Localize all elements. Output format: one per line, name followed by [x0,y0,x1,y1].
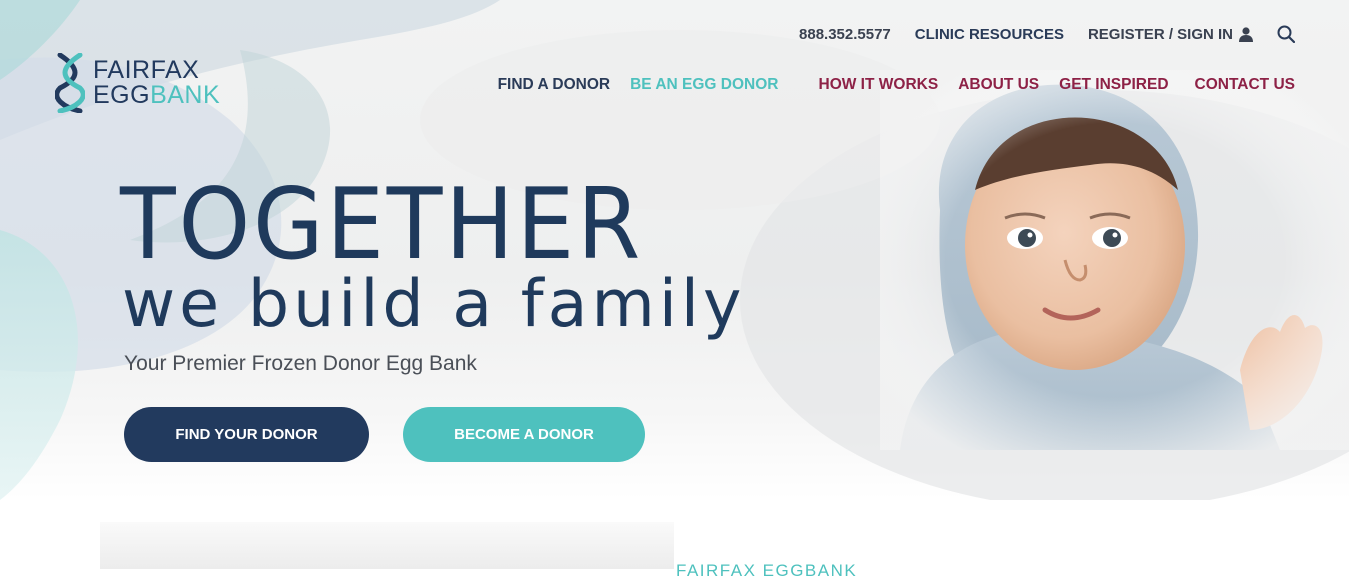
baby-photo [880,70,1349,450]
section-label: FAIRFAX EGGBANK [676,561,858,580]
nav-find-a-donor[interactable]: FIND A DONOR [498,76,611,94]
register-sign-in-link[interactable]: REGISTER / SIGN IN [1088,26,1253,43]
nav-about-us[interactable]: ABOUT US [958,76,1039,94]
nav-be-an-egg-donor[interactable]: BE AN EGG DONOR [630,76,778,94]
search-icon[interactable] [1277,25,1295,43]
utility-nav: 888.352.5577 CLINIC RESOURCES REGISTER /… [799,25,1295,43]
nav-how-it-works[interactable]: HOW IT WORKS [819,76,939,94]
hero-headline-family: we build a family [122,267,746,342]
logo-wordmark: FAIRFAX EGG BANK [93,58,220,108]
find-your-donor-button[interactable]: FIND YOUR DONOR [124,407,369,462]
logo-line-eggbank: EGG BANK [93,83,220,108]
clinic-resources-link[interactable]: CLINIC RESOURCES [915,26,1064,43]
hero-subtitle: Your Premier Frozen Donor Egg Bank [124,352,477,375]
nav-get-inspired[interactable]: GET INSPIRED [1059,76,1168,94]
logo-line-fairfax: FAIRFAX [93,56,200,84]
user-icon [1239,26,1253,42]
nav-contact-us[interactable]: CONTACT US [1195,76,1295,94]
register-sign-in-label: REGISTER / SIGN IN [1087,25,1233,43]
hero-section: FAIRFAX EGG BANK 888.352.5577 CLINIC RESO… [0,0,1349,500]
site-logo[interactable]: FAIRFAX EGG BANK [55,53,220,113]
logo-bank: BANK [150,81,221,109]
dna-helix-logo-icon [55,53,85,113]
become-a-donor-button[interactable]: BECOME A DONOR [403,407,645,462]
logo-egg: EGG [93,81,151,109]
main-nav: FIND A DONOR BE AN EGG DONOR HOW IT WORK… [498,76,1295,94]
hero-headline-together: TOGETHER [120,168,644,282]
phone-link[interactable]: 888.352.5577 [799,26,891,43]
feature-image-card [100,522,674,569]
